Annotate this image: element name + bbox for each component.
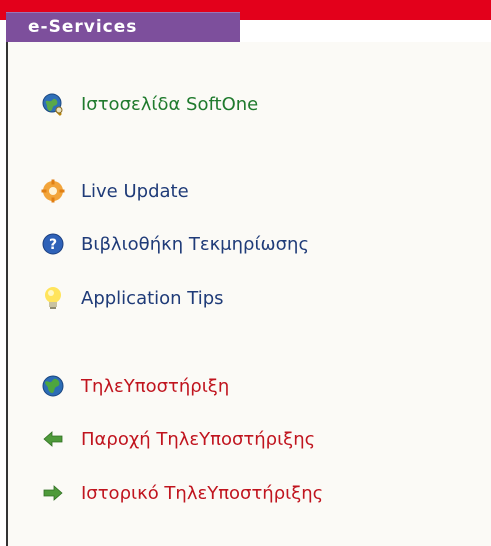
link-label: Ιστορικό ΤηλεΥποστήριξης (81, 482, 324, 504)
eservices-panel-frame: e-Services Ιστοσελίδα SoftOne Live Updat… (0, 0, 491, 546)
help-icon: ? (42, 233, 64, 255)
link-provide-remote-support[interactable]: Παροχή ΤηλεΥποστήριξης (41, 425, 315, 453)
link-documentation-library[interactable]: ? Βιβλιοθήκη Τεκμηρίωσης (41, 230, 309, 258)
arrow-left-icon (43, 431, 63, 447)
link-label: ΤηλεΥποστήριξη (81, 375, 230, 397)
gear-icon (41, 179, 65, 203)
link-label: Ιστοσελίδα SoftOne (81, 93, 259, 115)
arrow-right-icon (43, 485, 63, 501)
link-label: Live Update (81, 180, 189, 202)
link-label: Βιβλιοθήκη Τεκμηρίωσης (81, 233, 310, 255)
link-softone-website[interactable]: Ιστοσελίδα SoftOne (41, 90, 258, 118)
link-application-tips[interactable]: Application Tips (41, 284, 224, 312)
link-label: Application Tips (81, 287, 224, 309)
link-remote-support[interactable]: ΤηλεΥποστήριξη (41, 372, 229, 400)
svg-text:?: ? (49, 237, 57, 253)
globe-search-icon (42, 93, 63, 116)
panel-title: e-Services (28, 17, 138, 37)
globe-icon (42, 375, 64, 397)
lightbulb-icon (45, 287, 61, 309)
link-live-update[interactable]: Live Update (41, 177, 189, 205)
link-remote-support-history[interactable]: Ιστορικό ΤηλεΥποστήριξης (41, 479, 323, 507)
panel-header-tab: e-Services (6, 12, 240, 42)
header-strip (240, 20, 491, 42)
eservices-panel: Ιστοσελίδα SoftOne Live Update ? Βιβλιοθ… (6, 42, 491, 546)
link-label: Παροχή ΤηλεΥποστήριξης (81, 428, 316, 450)
